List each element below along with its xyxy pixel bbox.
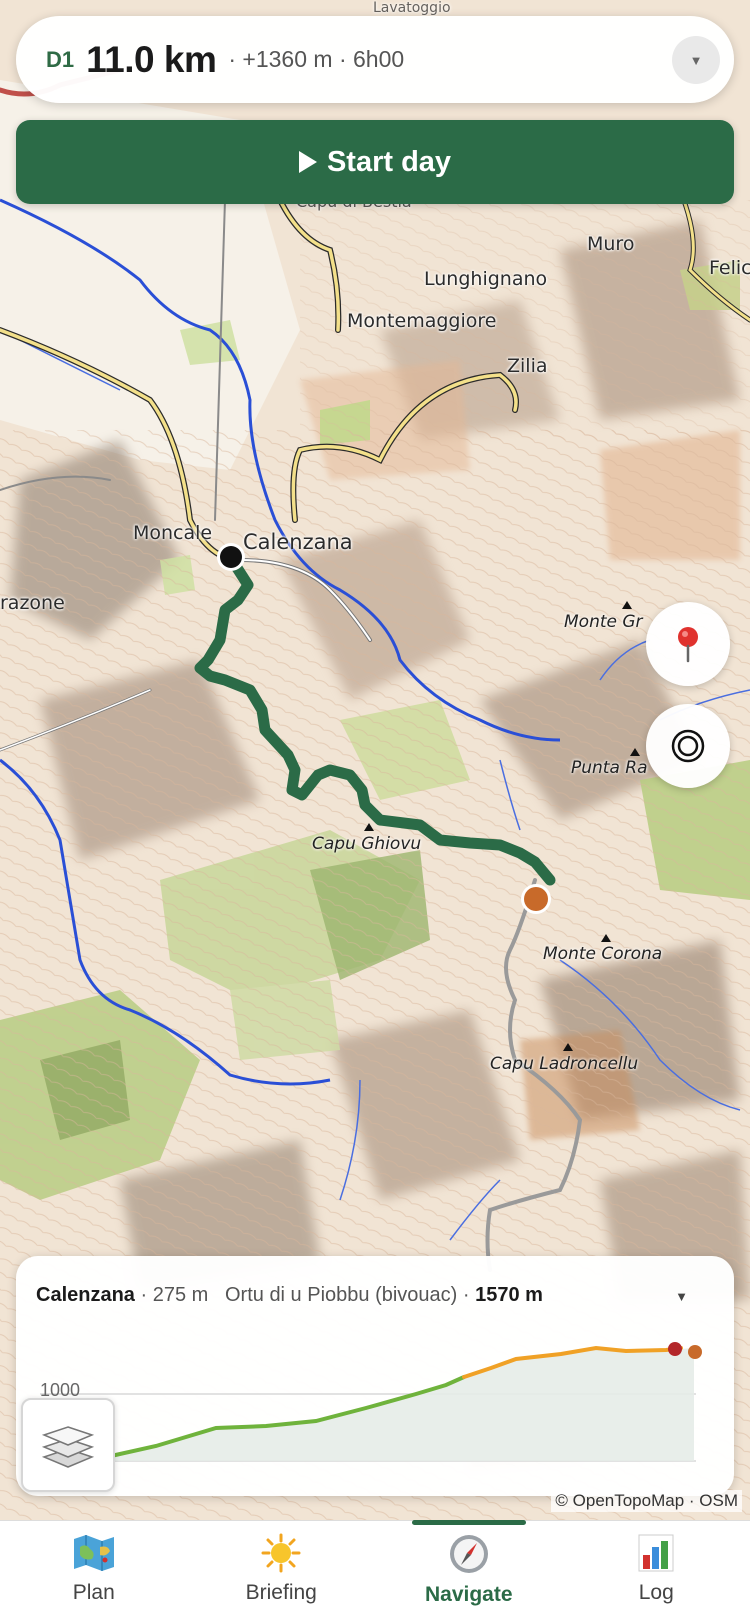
- end-point-dot: [688, 1345, 702, 1359]
- place-label: Lunghignano: [424, 268, 548, 290]
- place-label: Zilia: [507, 355, 548, 377]
- current-position-dot: [668, 1342, 682, 1356]
- elevation-area: [111, 1348, 694, 1461]
- tab-navigate[interactable]: Navigate: [375, 1520, 563, 1624]
- peak-label: Capu Ladroncellu: [490, 1054, 639, 1074]
- place-label: Montemaggiore: [347, 310, 497, 332]
- peak-marker: [563, 1043, 573, 1051]
- distance-value: 11.0 km: [86, 38, 217, 80]
- day-summary-card[interactable]: D1 11.0 km · +1360 m · 6h00 ▼: [16, 16, 734, 103]
- locate-icon: [671, 729, 705, 763]
- peak-marker: [364, 823, 374, 831]
- tab-label: Plan: [72, 1581, 115, 1604]
- summary-expand-button[interactable]: ▼: [672, 36, 720, 84]
- map-layers-button[interactable]: [21, 1398, 115, 1492]
- start-day-button[interactable]: Start day: [16, 120, 734, 204]
- place-label: Felic: [709, 257, 750, 279]
- bar-chart-icon: [638, 1534, 674, 1572]
- axis-label-1000: 1000: [40, 1380, 80, 1400]
- place-label: Lavatoggio: [373, 0, 451, 16]
- elevation-header: Calenzana · 275 m Ortu di u Piobbu (bivo…: [36, 1284, 543, 1307]
- end-altitude: 1570 m: [475, 1284, 543, 1306]
- place-label: Moncale: [133, 522, 213, 544]
- place-label: Calenzana: [243, 530, 353, 554]
- layers-icon: [41, 1426, 95, 1468]
- drop-pin-button[interactable]: [646, 602, 730, 686]
- map-pin-icon: [678, 627, 698, 663]
- tab-label: Log: [638, 1581, 674, 1604]
- start-altitude: · 275 m: [140, 1284, 209, 1306]
- peak-label: Monte Gr: [564, 612, 643, 632]
- tab-label: Navigate: [424, 1583, 513, 1606]
- peak-marker: [630, 748, 640, 756]
- active-tab-indicator: [411, 1520, 526, 1525]
- locate-me-button[interactable]: [646, 704, 730, 788]
- day-stats: · +1360 m · 6h00: [228, 46, 405, 72]
- place-label: Muro: [587, 233, 635, 255]
- day-label: D1: [46, 46, 75, 72]
- peak-marker: [622, 601, 632, 609]
- peak-label: Capu Ghiovu: [312, 834, 422, 854]
- tab-plan[interactable]: Plan: [0, 1521, 188, 1624]
- chevron-down-icon[interactable]: ▼: [675, 1289, 688, 1304]
- peak-marker: [601, 934, 611, 942]
- map-icon: [73, 1535, 114, 1571]
- tab-label: Briefing: [245, 1581, 317, 1604]
- end-separator: ·: [462, 1284, 470, 1306]
- peak-label: Monte Corona: [543, 944, 663, 964]
- bottom-tab-bar: Plan Briefing Navigate Log: [0, 1520, 750, 1624]
- elevation-profile-card[interactable]: 1000 Calenzana · 275 m Ortu di u Piobbu …: [16, 1256, 734, 1496]
- end-name: Ortu di u Piobbu (bivouac): [224, 1284, 458, 1306]
- place-label: razone: [0, 592, 65, 614]
- play-icon: [298, 151, 317, 173]
- start-day-label: Start day: [326, 145, 452, 178]
- tab-log[interactable]: Log: [563, 1521, 750, 1624]
- peak-label: Punta Ra: [571, 758, 648, 778]
- compass-icon: [449, 1535, 488, 1573]
- start-name: Calenzana: [36, 1284, 135, 1306]
- tab-briefing[interactable]: Briefing: [188, 1521, 376, 1624]
- chevron-down-icon: ▼: [689, 52, 703, 68]
- map-attribution: © OpenTopoMap · OSM: [551, 1490, 742, 1512]
- sun-icon: [261, 1533, 301, 1573]
